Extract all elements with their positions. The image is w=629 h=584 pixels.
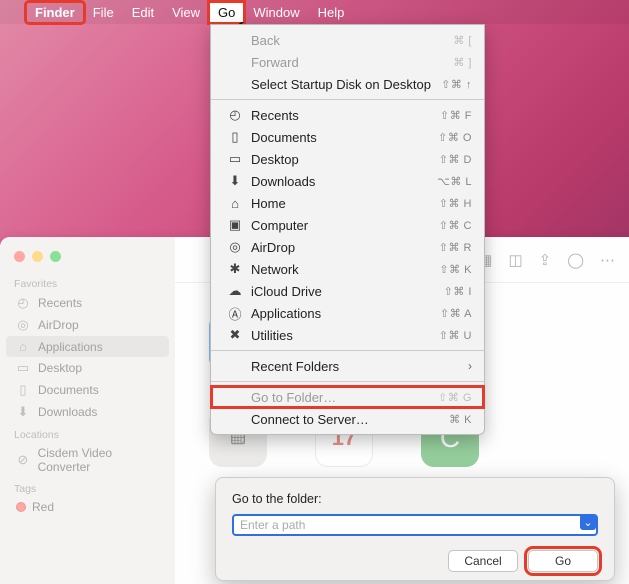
- chevron-right-icon: ›: [468, 359, 472, 373]
- sidebar-tags-header: Tags: [0, 477, 175, 497]
- dropdown-history-button[interactable]: ⌄: [580, 514, 596, 530]
- document-icon: ▯: [14, 382, 32, 398]
- menu-utilities[interactable]: ✖Utilities⇧⌘ U: [211, 324, 484, 346]
- share-icon[interactable]: ⇪: [539, 251, 552, 269]
- menu-help[interactable]: Help: [309, 2, 354, 23]
- menu-file[interactable]: File: [84, 2, 123, 23]
- menu-recent-folders[interactable]: Recent Folders›: [211, 355, 484, 377]
- zoom-window-button[interactable]: [50, 251, 61, 262]
- apps-icon: ⌂: [14, 339, 32, 354]
- minimize-window-button[interactable]: [32, 251, 43, 262]
- menu-desktop[interactable]: ▭Desktop⇧⌘ D: [211, 148, 484, 170]
- menu-window[interactable]: Window: [244, 2, 308, 23]
- menu-connect-server[interactable]: Connect to Server…⌘ K: [211, 408, 484, 430]
- sidebar-favorites-header: Favorites: [0, 272, 175, 292]
- menu-view[interactable]: View: [163, 2, 209, 23]
- home-icon: ⌂: [225, 196, 245, 211]
- sidebar-item-downloads[interactable]: ⬇Downloads: [0, 401, 175, 423]
- red-tag-icon: [16, 502, 26, 512]
- clock-icon: ◴: [225, 107, 245, 123]
- desktop-icon: ▭: [225, 151, 245, 167]
- menu-airdrop[interactable]: ◎AirDrop⇧⌘ R: [211, 236, 484, 258]
- utilities-icon: ✖: [225, 327, 245, 343]
- menu-recents[interactable]: ◴Recents⇧⌘ F: [211, 104, 484, 126]
- cancel-button[interactable]: Cancel: [448, 550, 518, 572]
- menu-separator: [211, 99, 484, 100]
- menu-downloads[interactable]: ⬇Downloads⌥⌘ L: [211, 170, 484, 192]
- network-icon: ✱: [225, 261, 245, 277]
- document-icon: ▯: [225, 129, 245, 145]
- sidebar-item-applications[interactable]: ⌂Applications: [6, 336, 169, 357]
- disk-icon: ⊘: [14, 452, 32, 468]
- menu-startup-disk[interactable]: Select Startup Disk on Desktop⇧⌘ ↑: [211, 73, 484, 95]
- download-icon: ⬇: [14, 404, 32, 420]
- view-switch-icon[interactable]: ◫: [508, 251, 522, 269]
- window-controls: [0, 245, 175, 272]
- menu-go[interactable]: Go: [209, 2, 244, 23]
- finder-sidebar: Favorites ◴Recents ◎AirDrop ⌂Application…: [0, 237, 175, 584]
- computer-icon: ▣: [225, 217, 245, 233]
- goto-dialog-title: Go to the folder:: [232, 492, 598, 506]
- clock-icon: ◴: [14, 295, 32, 311]
- sidebar-item-desktop[interactable]: ▭Desktop: [0, 357, 175, 379]
- sidebar-item-cisdem[interactable]: ⊘Cisdem Video Converter: [0, 443, 175, 477]
- airdrop-icon: ◎: [14, 317, 32, 333]
- menu-network[interactable]: ✱Network⇧⌘ K: [211, 258, 484, 280]
- go-menu-dropdown: Back⌘ [ Forward⌘ ] Select Startup Disk o…: [210, 24, 485, 435]
- menu-goto-folder[interactable]: Go to Folder…⇧⌘ G: [211, 386, 484, 408]
- goto-path-input[interactable]: [232, 514, 598, 536]
- tags-icon[interactable]: ◯: [567, 251, 584, 269]
- go-button[interactable]: Go: [528, 550, 598, 572]
- desktop-icon: ▭: [14, 360, 32, 376]
- sidebar-locations-header: Locations: [0, 423, 175, 443]
- sidebar-item-documents[interactable]: ▯Documents: [0, 379, 175, 401]
- goto-folder-dialog: Go to the folder: ⌄ Cancel Go: [215, 477, 615, 581]
- sidebar-item-airdrop[interactable]: ◎AirDrop: [0, 314, 175, 336]
- download-icon: ⬇: [225, 173, 245, 189]
- sidebar-item-recents[interactable]: ◴Recents: [0, 292, 175, 314]
- menu-home[interactable]: ⌂Home⇧⌘ H: [211, 192, 484, 214]
- menu-applications[interactable]: ⒶApplications⇧⌘ A: [211, 302, 484, 324]
- menu-documents[interactable]: ▯Documents⇧⌘ O: [211, 126, 484, 148]
- apps-icon: Ⓐ: [225, 304, 245, 323]
- menu-computer[interactable]: ▣Computer⇧⌘ C: [211, 214, 484, 236]
- menu-forward: Forward⌘ ]: [211, 51, 484, 73]
- goto-dialog-buttons: Cancel Go: [232, 550, 598, 572]
- cloud-icon: ☁: [225, 283, 245, 299]
- airdrop-icon: ◎: [225, 239, 245, 255]
- menu-edit[interactable]: Edit: [123, 2, 163, 23]
- menu-back: Back⌘ [: [211, 29, 484, 51]
- sidebar-tag-red[interactable]: Red: [0, 497, 175, 517]
- close-window-button[interactable]: [14, 251, 25, 262]
- more-icon[interactable]: ⋯: [600, 251, 615, 269]
- menu-icloud[interactable]: ☁iCloud Drive⇧⌘ I: [211, 280, 484, 302]
- menubar: Finder File Edit View Go Window Help: [0, 0, 629, 24]
- menu-finder[interactable]: Finder: [26, 2, 84, 23]
- menu-separator: [211, 350, 484, 351]
- menu-separator: [211, 381, 484, 382]
